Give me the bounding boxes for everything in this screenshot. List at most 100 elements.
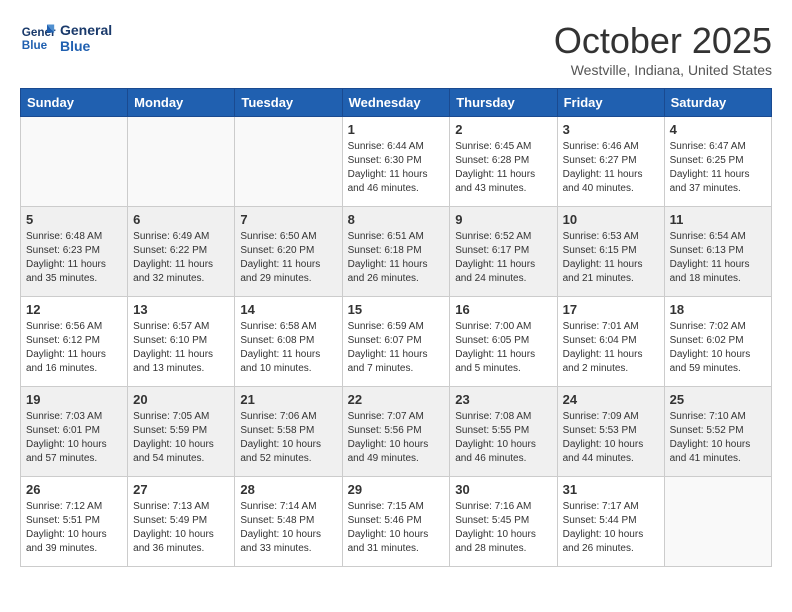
table-row: 8Sunrise: 6:51 AM Sunset: 6:18 PM Daylig… [342,207,450,297]
day-info: Sunrise: 6:47 AM Sunset: 6:25 PM Dayligh… [670,140,766,196]
col-tuesday: Tuesday [235,89,342,117]
day-number: 25 [670,392,766,407]
calendar-week-row: 1 Sunrise: 6:44 AM Sunset: 6:30 PM Daylig… [21,117,772,207]
table-row: 1 Sunrise: 6:44 AM Sunset: 6:30 PM Daylig… [342,117,450,207]
table-row: 31 Sunrise: 7:17 AM Sunset: 5:44 PM Dayli… [557,477,664,567]
day-number: 2 [455,122,551,137]
table-row [128,117,235,207]
title-section: October 2025 Westville, Indiana, United … [554,20,772,78]
day-info: Sunrise: 7:17 AM Sunset: 5:44 PM Dayligh… [563,500,659,556]
day-number: 10 [563,212,659,227]
day-info: Sunrise: 6:48 AM Sunset: 6:23 PM Dayligh… [26,230,122,286]
day-info: Sunrise: 7:10 AM Sunset: 5:52 PM Dayligh… [670,410,766,466]
day-number: 3 [563,122,659,137]
day-info: Sunrise: 7:05 AM Sunset: 5:59 PM Dayligh… [133,410,229,466]
day-info: Sunrise: 7:16 AM Sunset: 5:45 PM Dayligh… [455,500,551,556]
day-number: 19 [26,392,122,407]
table-row: 5 Sunrise: 6:48 AM Sunset: 6:23 PM Daylig… [21,207,128,297]
day-number: 13 [133,302,229,317]
table-row: 14Sunrise: 6:58 AM Sunset: 6:08 PM Dayli… [235,297,342,387]
table-row: 20 Sunrise: 7:05 AM Sunset: 5:59 PM Dayli… [128,387,235,477]
day-number: 27 [133,482,229,497]
day-number: 20 [133,392,229,407]
day-number: 8 [348,212,445,227]
day-info: Sunrise: 7:00 AM Sunset: 6:05 PM Dayligh… [455,320,551,376]
calendar: Sunday Monday Tuesday Wednesday Thursday… [20,88,772,567]
day-info: Sunrise: 7:15 AM Sunset: 5:46 PM Dayligh… [348,500,445,556]
day-number: 21 [240,392,336,407]
table-row: 25 Sunrise: 7:10 AM Sunset: 5:52 PM Dayli… [664,387,771,477]
logo-icon: General Blue [20,20,56,56]
day-number: 4 [670,122,766,137]
day-number: 17 [563,302,659,317]
day-info: Sunrise: 6:49 AM Sunset: 6:22 PM Dayligh… [133,230,229,286]
table-row: 17Sunrise: 7:01 AM Sunset: 6:04 PM Dayli… [557,297,664,387]
table-row: 19 Sunrise: 7:03 AM Sunset: 6:01 PM Dayli… [21,387,128,477]
col-sunday: Sunday [21,89,128,117]
day-info: Sunrise: 7:13 AM Sunset: 5:49 PM Dayligh… [133,500,229,556]
calendar-week-row: 5 Sunrise: 6:48 AM Sunset: 6:23 PM Daylig… [21,207,772,297]
table-row: 28Sunrise: 7:14 AM Sunset: 5:48 PM Dayli… [235,477,342,567]
day-number: 24 [563,392,659,407]
day-number: 7 [240,212,336,227]
day-number: 23 [455,392,551,407]
day-number: 1 [348,122,445,137]
day-number: 30 [455,482,551,497]
day-number: 5 [26,212,122,227]
table-row: 21 Sunrise: 7:06 AM Sunset: 5:58 PM Dayli… [235,387,342,477]
table-row [664,477,771,567]
day-number: 16 [455,302,551,317]
table-row [235,117,342,207]
calendar-week-row: 26 Sunrise: 7:12 AM Sunset: 5:51 PM Dayli… [21,477,772,567]
table-row: 22 Sunrise: 7:07 AM Sunset: 5:56 PM Dayli… [342,387,450,477]
day-number: 9 [455,212,551,227]
table-row: 4 Sunrise: 6:47 AM Sunset: 6:25 PM Daylig… [664,117,771,207]
table-row: 23 Sunrise: 7:08 AM Sunset: 5:55 PM Dayli… [450,387,557,477]
day-info: Sunrise: 6:58 AM Sunset: 6:08 PM Dayligh… [240,320,336,376]
day-number: 26 [26,482,122,497]
day-info: Sunrise: 6:52 AM Sunset: 6:17 PM Dayligh… [455,230,551,286]
day-info: Sunrise: 7:08 AM Sunset: 5:55 PM Dayligh… [455,410,551,466]
table-row: 29Sunrise: 7:15 AM Sunset: 5:46 PM Dayli… [342,477,450,567]
svg-text:Blue: Blue [22,39,48,52]
day-info: Sunrise: 6:45 AM Sunset: 6:28 PM Dayligh… [455,140,551,196]
day-info: Sunrise: 7:09 AM Sunset: 5:53 PM Dayligh… [563,410,659,466]
col-saturday: Saturday [664,89,771,117]
table-row: 30 Sunrise: 7:16 AM Sunset: 5:45 PM Dayli… [450,477,557,567]
calendar-week-row: 19 Sunrise: 7:03 AM Sunset: 6:01 PM Dayli… [21,387,772,477]
logo-general: General [60,22,112,38]
logo-blue: Blue [60,38,112,54]
table-row: 15Sunrise: 6:59 AM Sunset: 6:07 PM Dayli… [342,297,450,387]
header: General Blue General Blue October 2025 W… [20,20,772,78]
location-subtitle: Westville, Indiana, United States [554,62,772,78]
day-info: Sunrise: 6:44 AM Sunset: 6:30 PM Dayligh… [348,140,445,196]
table-row: 13Sunrise: 6:57 AM Sunset: 6:10 PM Dayli… [128,297,235,387]
day-info: Sunrise: 7:06 AM Sunset: 5:58 PM Dayligh… [240,410,336,466]
table-row [21,117,128,207]
calendar-header-row: Sunday Monday Tuesday Wednesday Thursday… [21,89,772,117]
day-number: 12 [26,302,122,317]
table-row: 16 Sunrise: 7:00 AM Sunset: 6:05 PM Dayli… [450,297,557,387]
day-info: Sunrise: 7:03 AM Sunset: 6:01 PM Dayligh… [26,410,122,466]
table-row: 11Sunrise: 6:54 AM Sunset: 6:13 PM Dayli… [664,207,771,297]
day-number: 18 [670,302,766,317]
table-row: 7Sunrise: 6:50 AM Sunset: 6:20 PM Daylig… [235,207,342,297]
month-title: October 2025 [554,20,772,62]
day-number: 28 [240,482,336,497]
day-number: 6 [133,212,229,227]
day-info: Sunrise: 7:12 AM Sunset: 5:51 PM Dayligh… [26,500,122,556]
col-wednesday: Wednesday [342,89,450,117]
day-info: Sunrise: 6:53 AM Sunset: 6:15 PM Dayligh… [563,230,659,286]
table-row: 26 Sunrise: 7:12 AM Sunset: 5:51 PM Dayli… [21,477,128,567]
col-friday: Friday [557,89,664,117]
day-number: 31 [563,482,659,497]
day-number: 22 [348,392,445,407]
table-row: 18Sunrise: 7:02 AM Sunset: 6:02 PM Dayli… [664,297,771,387]
table-row: 12 Sunrise: 6:56 AM Sunset: 6:12 PM Dayli… [21,297,128,387]
table-row: 2 Sunrise: 6:45 AM Sunset: 6:28 PM Daylig… [450,117,557,207]
day-info: Sunrise: 7:07 AM Sunset: 5:56 PM Dayligh… [348,410,445,466]
table-row: 9 Sunrise: 6:52 AM Sunset: 6:17 PM Daylig… [450,207,557,297]
day-info: Sunrise: 6:56 AM Sunset: 6:12 PM Dayligh… [26,320,122,376]
day-number: 15 [348,302,445,317]
day-info: Sunrise: 6:46 AM Sunset: 6:27 PM Dayligh… [563,140,659,196]
